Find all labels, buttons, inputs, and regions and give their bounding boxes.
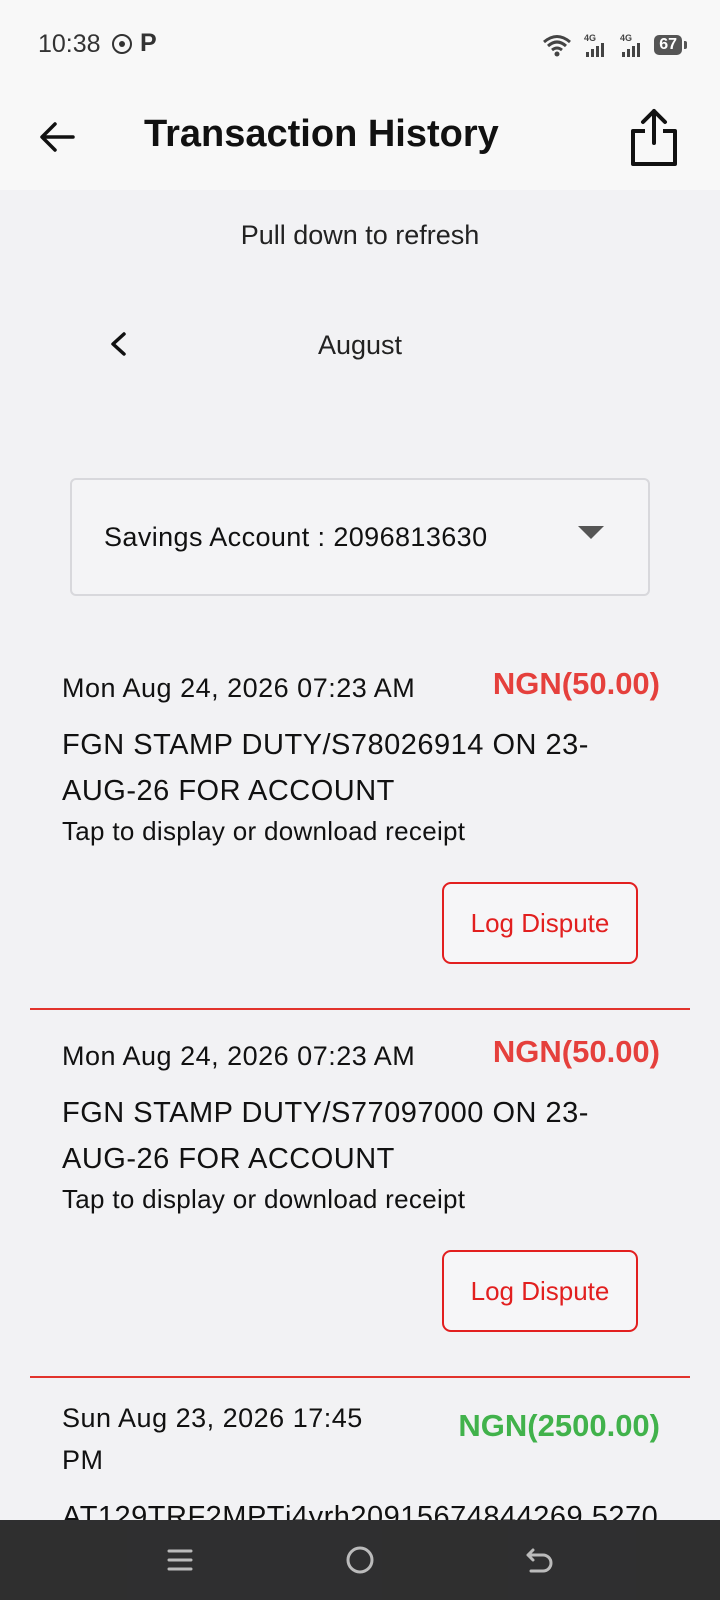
pull-to-refresh-hint: Pull down to refresh (240, 220, 480, 250)
back-arrow-icon (526, 1548, 553, 1573)
transaction-date: Mon Aug 24, 2026 07:23 AM (62, 673, 416, 703)
p-app-icon: P (140, 29, 157, 57)
status-bar: 10:38 P 4G 4G 67 (0, 0, 720, 90)
back-button[interactable] (32, 112, 82, 162)
receipt-hint: Tap to display or download receipt (62, 816, 466, 846)
menu-icon (167, 1549, 193, 1571)
dropdown-arrow-icon (578, 526, 604, 539)
share-button[interactable] (626, 102, 682, 172)
transaction-item[interactable]: Mon Aug 24, 2026 07:23 AM NGN(50.00) FGN… (30, 1034, 690, 1378)
transaction-amount: NGN(50.00) (492, 666, 660, 701)
battery-icon: 67 (654, 35, 687, 55)
log-dispute-button[interactable]: Log Dispute (442, 882, 638, 964)
log-dispute-button[interactable]: Log Dispute (442, 1250, 638, 1332)
page-title: Transaction History (144, 113, 499, 155)
recent-apps-button[interactable] (158, 1538, 202, 1582)
signal-4g-icon-2: 4G (620, 33, 641, 57)
transaction-description: FGN STAMP DUTY/S77097000 ON 23-AUG-26 FO… (62, 1097, 589, 1175)
home-button[interactable] (338, 1538, 382, 1582)
status-time: 10:38 (38, 30, 101, 58)
account-selected-value: Savings Account : 2096813630 (104, 522, 488, 552)
share-icon (631, 109, 677, 166)
transaction-amount: NGN(50.00) (492, 1034, 660, 1069)
system-navigation-bar (0, 1520, 720, 1600)
transaction-description: FGN STAMP DUTY/S78026914 ON 23-AUG-26 FO… (62, 729, 589, 807)
account-dropdown[interactable]: Savings Account : 2096813630 (70, 478, 650, 596)
month-label: August (317, 330, 403, 360)
wifi-icon (543, 35, 572, 57)
transaction-date: Sun Aug 23, 2026 17:45 PM (62, 1403, 363, 1475)
arrow-left-icon (40, 122, 75, 152)
transaction-item[interactable]: Sun Aug 23, 2026 17:45 PM NGN(2500.00) A… (30, 1398, 690, 1520)
transaction-description: AT129TRF2MPTj4yrh20915674844269 52704AT1… (62, 1501, 659, 1520)
system-icons: 4G 4G 67 (542, 32, 687, 58)
notification-icons: P (112, 31, 157, 56)
signal-4g-icon: 4G (584, 33, 605, 57)
home-circle-icon (346, 1546, 374, 1574)
transaction-item[interactable]: Mon Aug 24, 2026 07:23 AM NGN(50.00) FGN… (30, 666, 690, 1010)
divider (30, 1376, 690, 1378)
svg-text:4G: 4G (620, 33, 632, 43)
whatsapp-icon (112, 33, 132, 54)
svg-text:4G: 4G (584, 33, 596, 43)
divider (30, 1008, 690, 1010)
app-bar: Transaction History (0, 90, 720, 190)
back-nav-button[interactable] (518, 1538, 562, 1582)
transaction-amount: NGN(2500.00) (458, 1408, 660, 1443)
transaction-date: Mon Aug 24, 2026 07:23 AM (62, 1041, 416, 1071)
receipt-hint: Tap to display or download receipt (62, 1184, 466, 1214)
